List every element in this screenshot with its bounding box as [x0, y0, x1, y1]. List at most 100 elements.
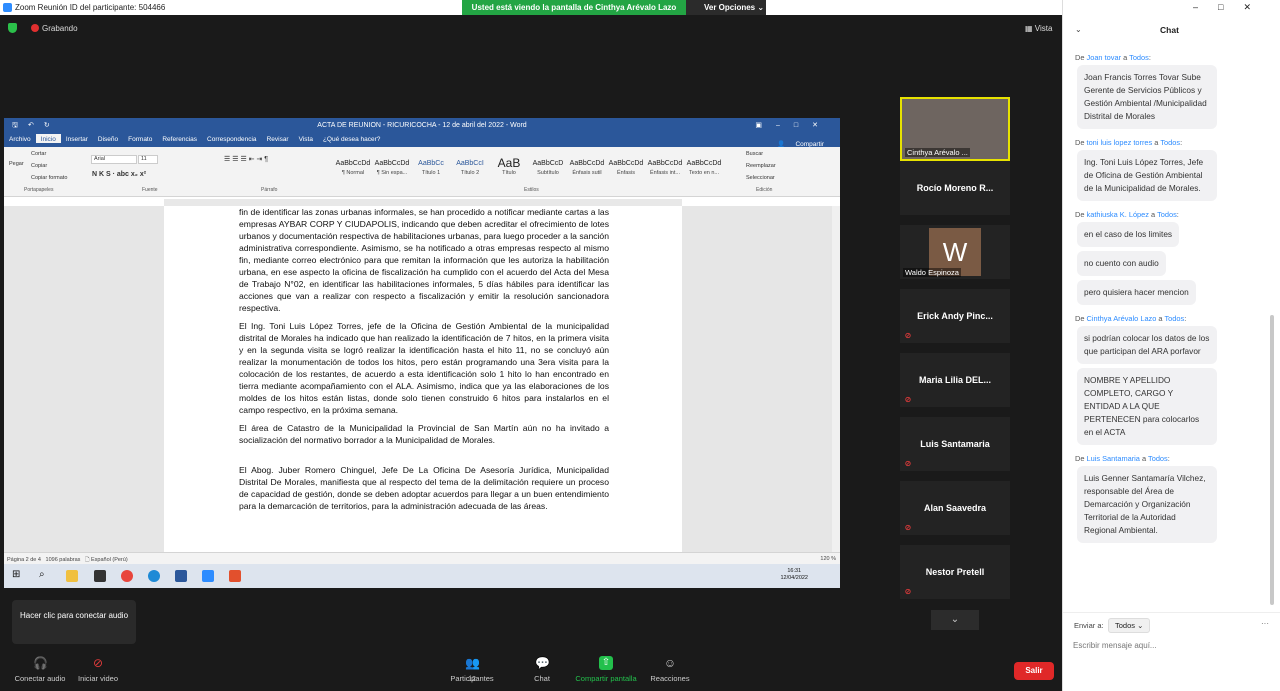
chat-icon: 💬	[535, 656, 550, 670]
sender-name[interactable]: Luis Santamaria	[1087, 454, 1140, 463]
tab-revisar[interactable]: Revisar	[262, 134, 294, 143]
style-sample: AaBbCcDd	[569, 160, 605, 167]
font-size-select[interactable]: 11	[138, 155, 158, 164]
style-item[interactable]: AaBbCcDd Texto en n...	[685, 157, 723, 176]
send-to-select[interactable]: Todos ⌄	[1108, 618, 1151, 633]
doc-scrollbar[interactable]	[832, 206, 840, 552]
participant-tile[interactable]: Nestor Pretell ⊘	[900, 545, 1010, 599]
ribbon-tabs: Archivo Inicio Insertar Diseño Formato Refere…	[4, 134, 840, 148]
meeting-toolbar: 🎧 Conectar audio ⊘ Iniciar video 👥12 Partic…	[0, 650, 1062, 691]
participants-button[interactable]: 👥12 Participantes	[432, 650, 512, 691]
participant-tile[interactable]: Alan Saavedra ⊘	[900, 481, 1010, 535]
leave-button[interactable]: Salir	[1014, 662, 1054, 680]
format-painter-button[interactable]: Copiar formato	[31, 175, 67, 181]
find-button[interactable]: Buscar	[746, 151, 763, 157]
edge-icon[interactable]	[148, 570, 160, 582]
style-item[interactable]: AaBbCcDd Énfasis int...	[646, 157, 684, 176]
window-controls[interactable]: ▣–□✕	[755, 121, 832, 129]
search-icon[interactable]: ⌕	[39, 569, 51, 581]
reactions-label: Reacciones	[650, 674, 690, 683]
chat-scrollbar[interactable]	[1270, 315, 1274, 605]
view-button[interactable]: ▦ Vista	[1025, 24, 1052, 33]
tab-diseno[interactable]: Diseño	[93, 134, 123, 143]
tab-vista[interactable]: Vista	[294, 134, 318, 143]
participant-tile[interactable]: Maria Lilia DEL... ⊘	[900, 353, 1010, 407]
paste-button[interactable]: Pegar	[9, 161, 24, 167]
reactions-button[interactable]: ☺ Reacciones	[630, 650, 710, 691]
style-name: ¶ Sin espa...	[376, 170, 408, 176]
chat-message: Luis Genner Santamaría Vilchez, responsa…	[1077, 466, 1217, 543]
chat-input[interactable]	[1073, 637, 1269, 653]
participant-tile[interactable]: Luis Santamaria ⊘	[900, 417, 1010, 471]
sender-name[interactable]: kathiuska K. López	[1087, 210, 1149, 219]
style-name: Subtítulo	[537, 170, 559, 176]
language: Español (Perú)	[90, 557, 128, 563]
style-item[interactable]: AaBbCcI Título 2	[451, 157, 489, 176]
view-label: Vista	[1034, 24, 1053, 33]
powerpoint-icon[interactable]	[229, 570, 241, 582]
style-item[interactable]: AaBbCcDd Énfasis sutil	[568, 157, 606, 176]
tab-correspondencia[interactable]: Correspondencia	[202, 134, 262, 143]
mic-muted-icon: ⊘	[904, 459, 912, 468]
tab-inicio[interactable]: Inicio	[35, 134, 61, 143]
participant-tile[interactable]: W Waldo Espinoza	[900, 225, 1010, 279]
tab-archivo[interactable]: Archivo	[4, 134, 36, 143]
window-controls[interactable]: –□✕	[1193, 2, 1271, 13]
document-page[interactable]: fin de identificar las zonas urbanas inf…	[164, 206, 682, 552]
participant-tile[interactable]: Erick Andy Pinc... ⊘	[900, 289, 1010, 343]
style-item[interactable]: AaBbCcDd Énfasis	[607, 157, 645, 176]
copy-button[interactable]: Copiar	[31, 163, 47, 169]
style-name: Énfasis	[616, 170, 636, 176]
view-options-button[interactable]: Ver Opciones ⌄	[686, 0, 766, 15]
zoom-taskbar-icon[interactable]	[202, 570, 214, 582]
cut-button[interactable]: Cortar	[31, 151, 46, 157]
tab-insertar[interactable]: Insertar	[61, 134, 93, 143]
mic-muted-icon: ⊘	[904, 523, 912, 532]
paragraph-buttons[interactable]: ☰ ☰ ☰ ⇤ ⇥ ¶	[224, 155, 268, 163]
sender-name[interactable]: Cinthya Arévalo Lazo	[1087, 314, 1157, 323]
chat-composer: Enviar a: Todos ⌄ ···	[1063, 612, 1280, 691]
mic-muted-icon: ⊘	[904, 395, 912, 404]
tell-me-search[interactable]: ¿Qué desea hacer?	[318, 134, 385, 143]
style-item[interactable]: AaBbCcDd ¶ Normal	[334, 157, 372, 176]
sender-name[interactable]: Joan tovar	[1087, 53, 1122, 62]
style-item[interactable]: AaBbCc Título 1	[412, 157, 450, 176]
chat-sender: De Luis Santamaria a Todos:	[1075, 454, 1170, 463]
sender-name[interactable]: toni luis lopez torres	[1087, 138, 1153, 147]
share-screen-label: Compartir pantalla	[575, 674, 637, 683]
format-buttons[interactable]: N K S · abc x₂ x²	[92, 171, 146, 178]
style-item[interactable]: AaBbCcD Subtítulo	[529, 157, 567, 176]
word-icon[interactable]	[175, 570, 187, 582]
windows-start-icon[interactable]: ⊞	[12, 569, 24, 581]
chat-messages: De Joan tovar a Todos: Joan Francis Torre…	[1063, 48, 1269, 608]
style-sample: AaBbCcD	[532, 160, 564, 167]
participant-name: Cinthya Arévalo ...	[905, 148, 970, 157]
tab-referencias[interactable]: Referencias	[157, 134, 202, 143]
select-button[interactable]: Seleccionar	[746, 175, 775, 181]
file-explorer-icon[interactable]	[66, 570, 78, 582]
style-item[interactable]: AaB Título	[490, 157, 528, 176]
tab-formato[interactable]: Formato	[123, 134, 157, 143]
tiles-scroll-down-button[interactable]: ⌄	[931, 610, 979, 630]
zoom-window: Zoom Reunión ID del participante: 504466…	[0, 0, 1280, 691]
zoom-app-icon	[3, 3, 12, 12]
group-clipboard: Portapapeles	[24, 187, 54, 193]
security-shield-icon[interactable]	[8, 23, 17, 33]
recipient-name: Todos	[1157, 210, 1177, 219]
participant-tile[interactable]: Rocío Moreno R...	[900, 161, 1010, 215]
chrome-icon[interactable]	[121, 570, 133, 582]
more-options-icon[interactable]: ···	[1261, 619, 1269, 628]
style-item[interactable]: AaBbCcDd ¶ Sin espa...	[373, 157, 411, 176]
chat-sender: De toni luis lopez torres a Todos:	[1075, 138, 1183, 147]
word-titlebar: 🖫↶↻ ACTA DE REUNION - RICURICOCHA - 12 d…	[4, 118, 840, 134]
participant-tile-active[interactable]: Cinthya Arévalo ...	[900, 97, 1010, 161]
screen-share-banner: Usted está viendo la pantalla de Cinthya…	[462, 0, 686, 15]
start-video-button[interactable]: ⊘ Iniciar video	[58, 650, 138, 691]
font-name-select[interactable]: Arial	[91, 155, 137, 164]
mic-muted-icon: ⊘	[904, 331, 912, 340]
replace-button[interactable]: Reemplazar	[746, 163, 776, 169]
style-name: Título 2	[460, 170, 480, 176]
app-icon[interactable]	[94, 570, 106, 582]
group-editing: Edición	[756, 187, 773, 193]
zoom-level[interactable]: 120 %	[820, 556, 836, 562]
